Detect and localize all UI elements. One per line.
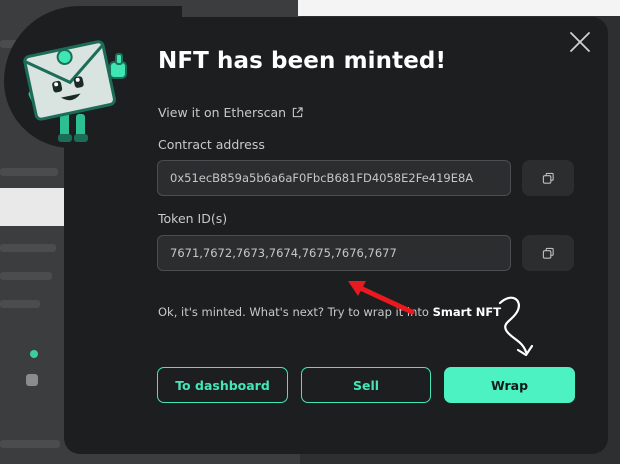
- background-line: [0, 440, 60, 448]
- modal-title: NFT has been minted!: [158, 48, 447, 74]
- background-header-strip: [298, 0, 620, 16]
- background-line: [0, 300, 40, 308]
- copy-contract-button[interactable]: [522, 160, 574, 196]
- wrap-button[interactable]: Wrap: [444, 367, 575, 403]
- background-line: [0, 272, 52, 280]
- hint-text: Ok, it's minted. What's next? Try to wra…: [158, 305, 433, 319]
- envelope-mascot-icon: [23, 40, 127, 142]
- token-ids-label: Token ID(s): [158, 211, 228, 226]
- copy-token-ids-button[interactable]: [522, 235, 574, 271]
- token-ids-field[interactable]: 7671,7672,7673,7674,7675,7676,7677: [157, 235, 511, 271]
- background-checkbox: [26, 374, 38, 386]
- contract-address-field[interactable]: 0x51ecB859a5b6a6aF0FbcB681FD4058E2Fe419E…: [157, 160, 511, 196]
- contract-address-label: Contract address: [158, 137, 265, 152]
- background-status-dot: [30, 350, 38, 358]
- close-icon[interactable]: [568, 30, 592, 54]
- to-dashboard-button[interactable]: To dashboard: [157, 367, 288, 403]
- background-line: [0, 168, 58, 176]
- etherscan-link-label: View it on Etherscan: [158, 105, 287, 120]
- background-light-block: [0, 188, 70, 226]
- next-step-hint: Ok, it's minted. What's next? Try to wra…: [158, 305, 501, 319]
- sell-button[interactable]: Sell: [301, 367, 431, 403]
- external-link-icon: [292, 107, 303, 118]
- copy-icon: [542, 247, 554, 259]
- background-line: [0, 244, 56, 252]
- smart-nft-text: Smart NFT: [432, 305, 502, 319]
- etherscan-link[interactable]: View it on Etherscan: [158, 105, 303, 120]
- copy-icon: [542, 172, 554, 184]
